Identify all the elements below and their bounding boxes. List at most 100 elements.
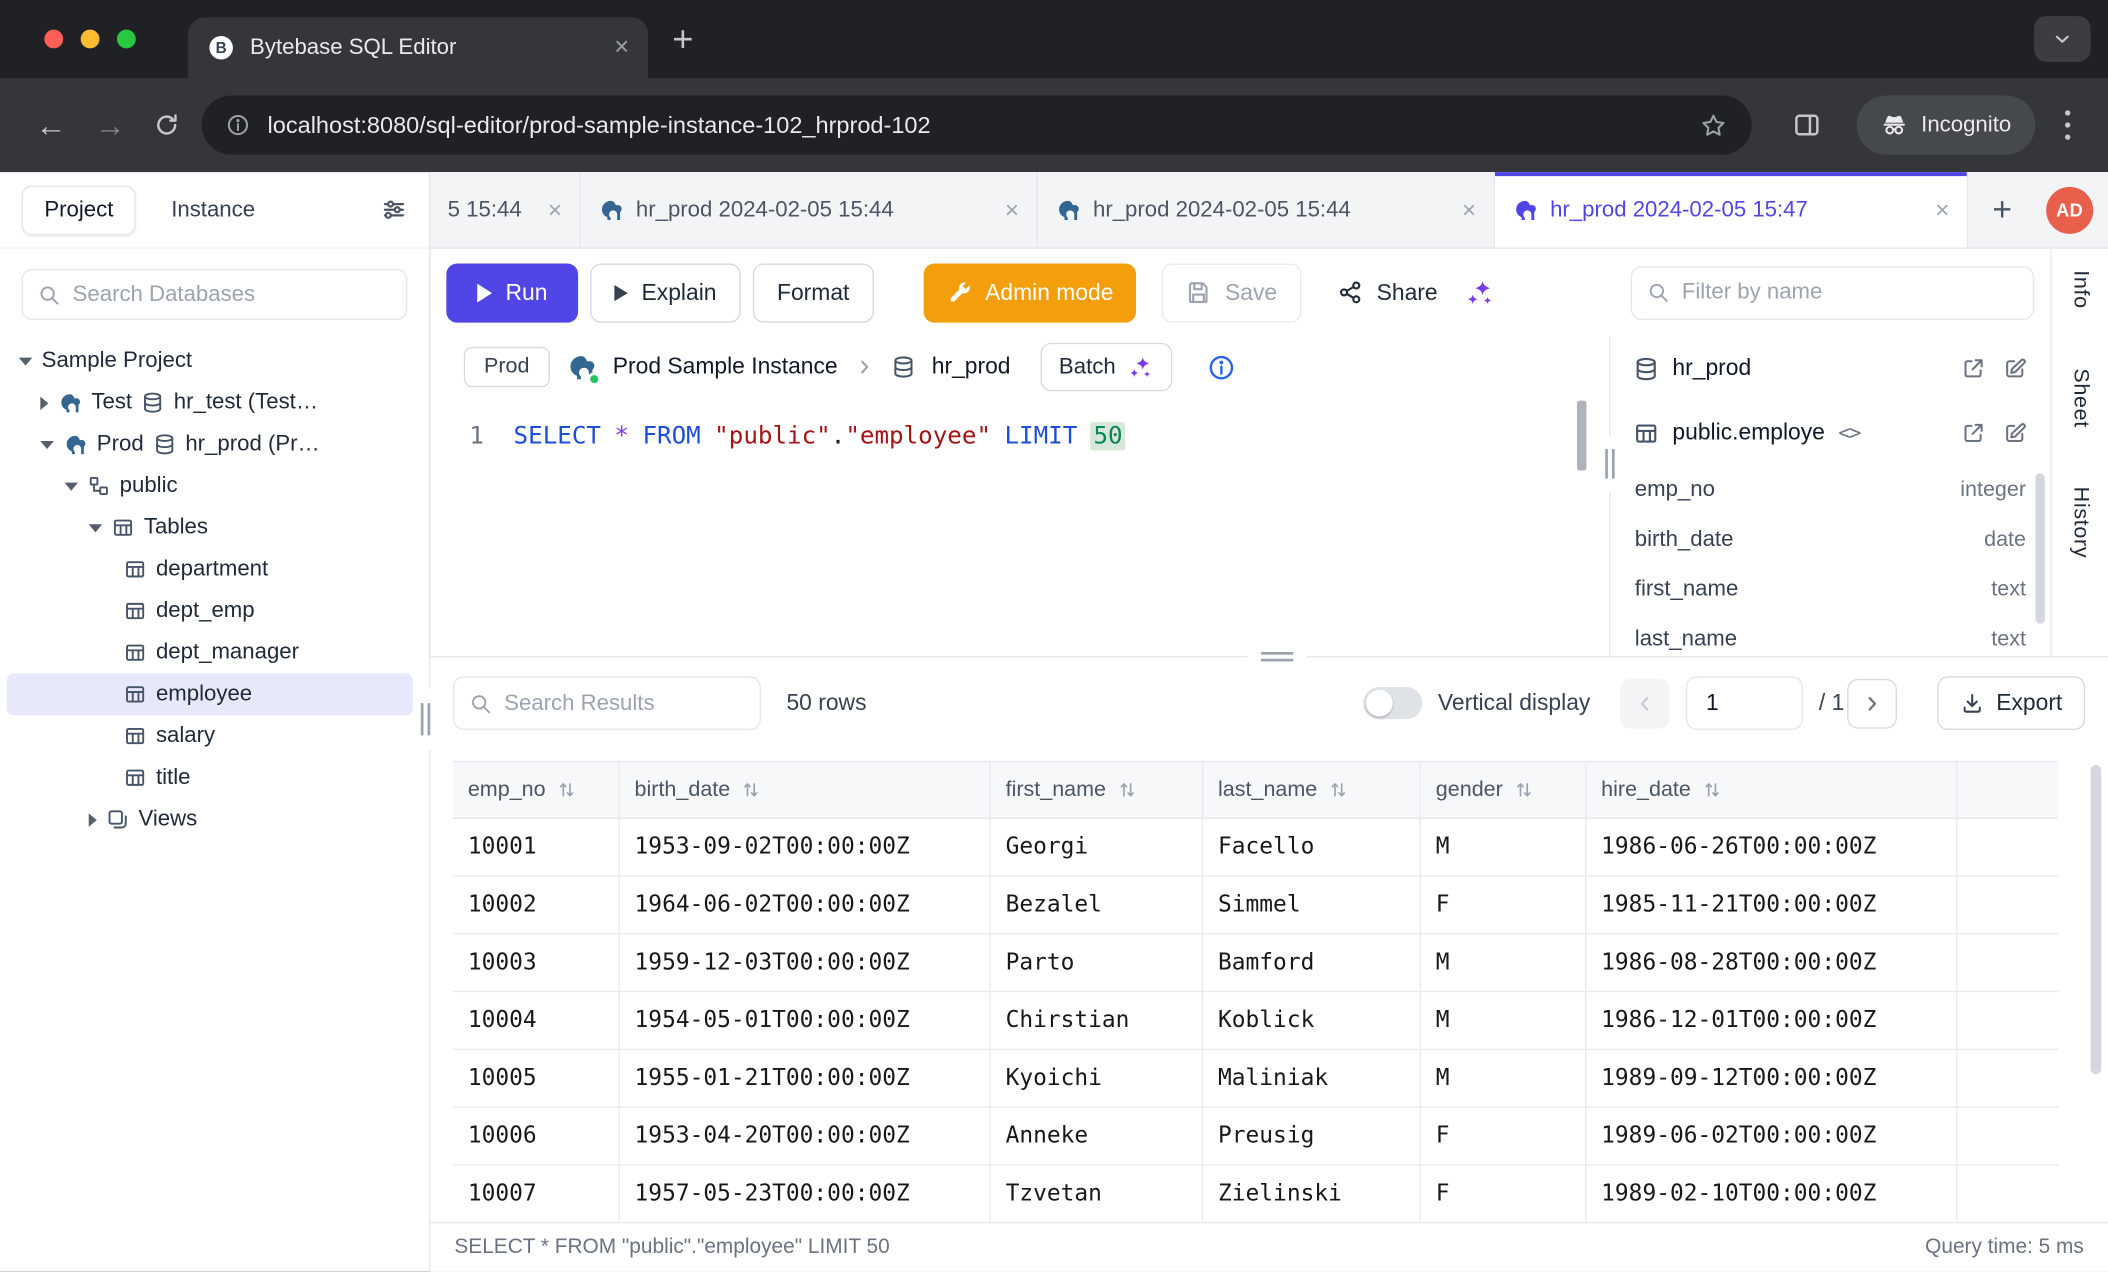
sliders-icon[interactable] <box>380 196 407 223</box>
url-text[interactable]: localhost:8080/sql-editor/prod-sample-in… <box>268 111 1682 139</box>
worksheet-tab-active[interactable]: hr_prod 2024-02-05 15:47 × <box>1495 172 1968 247</box>
side-panel-icon[interactable] <box>1792 110 1822 140</box>
page-input[interactable] <box>1686 676 1803 730</box>
cell[interactable]: Anneke <box>991 1108 1203 1164</box>
cell[interactable]: Preusig <box>1203 1108 1421 1164</box>
worksheet-tab[interactable]: 5 15:44 × <box>430 172 581 247</box>
cell[interactable]: M <box>1421 1050 1586 1106</box>
close-tab-icon[interactable]: × <box>1462 196 1476 224</box>
column-row[interactable]: birth_date date <box>1611 515 2051 565</box>
cell[interactable]: F <box>1421 877 1586 933</box>
next-page-button[interactable] <box>1847 678 1897 728</box>
database-search-input[interactable] <box>73 282 392 308</box>
sort-icon[interactable] <box>1514 780 1534 800</box>
rail-tab-sheet[interactable]: Sheet <box>2068 368 2092 428</box>
cell[interactable]: 1985-11-21T00:00:00Z <box>1586 877 1957 933</box>
cell[interactable]: 1957-05-23T00:00:00Z <box>620 1166 991 1222</box>
cell[interactable]: F <box>1421 1108 1586 1164</box>
filter-box[interactable] <box>1631 266 2034 320</box>
forward-button[interactable]: → <box>81 107 140 143</box>
results-search-input[interactable] <box>504 690 745 716</box>
cell[interactable]: Bamford <box>1203 934 1421 990</box>
sql-code-editor[interactable]: 1 SELECT * FROM "public"."employee" LIMI… <box>430 398 1609 656</box>
rail-tab-history[interactable]: History <box>2068 487 2092 559</box>
ai-sparkles-icon[interactable] <box>1466 278 1496 308</box>
cell[interactable]: 1964-06-02T00:00:00Z <box>620 877 991 933</box>
column-row[interactable]: first_name text <box>1611 565 2051 615</box>
cell[interactable]: 1989-02-10T00:00:00Z <box>1586 1166 1957 1222</box>
caret-down-icon[interactable] <box>89 524 102 532</box>
table-row[interactable]: 10005 1955-01-21T00:00:00Z Kyoichi Malin… <box>453 1050 2058 1108</box>
edit-icon[interactable] <box>2003 421 2027 445</box>
column-header[interactable]: birth_date <box>620 762 991 817</box>
tree-item-table-title[interactable]: title <box>0 757 429 799</box>
editor-scrollbar[interactable] <box>1577 401 1586 471</box>
external-link-icon[interactable] <box>1961 421 1985 445</box>
cell[interactable]: Kyoichi <box>991 1050 1203 1106</box>
results-search-box[interactable] <box>453 676 761 730</box>
caret-down-icon[interactable] <box>40 440 53 448</box>
cell[interactable]: 1953-04-20T00:00:00Z <box>620 1108 991 1164</box>
cell[interactable]: Georgi <box>991 819 1203 875</box>
tree-item-table-dept-manager[interactable]: dept_manager <box>0 632 429 674</box>
sort-icon[interactable] <box>1328 780 1348 800</box>
browser-menu-button[interactable] <box>2049 107 2087 144</box>
explain-button[interactable]: Explain <box>590 263 740 322</box>
instance-name[interactable]: Prod Sample Instance <box>613 354 838 381</box>
sort-icon[interactable] <box>1117 780 1137 800</box>
admin-mode-button[interactable]: Admin mode <box>923 263 1136 322</box>
cell[interactable]: 1954-05-01T00:00:00Z <box>620 992 991 1048</box>
tree-item-tables-group[interactable]: Tables <box>0 507 429 549</box>
prev-page-button[interactable] <box>1620 678 1670 728</box>
cell[interactable]: 10001 <box>453 819 620 875</box>
schema-database-row[interactable]: hr_prod <box>1611 336 2051 401</box>
tree-item-views-group[interactable]: Views <box>0 799 429 841</box>
tree-item-table-salary[interactable]: salary <box>0 715 429 757</box>
close-tab-icon[interactable]: × <box>1935 196 1949 224</box>
browser-tab[interactable]: Bytebase SQL Editor × <box>188 17 648 77</box>
share-button[interactable]: Share <box>1322 263 1454 322</box>
table-row[interactable]: 10006 1953-04-20T00:00:00Z Anneke Preusi… <box>453 1108 2058 1166</box>
cell[interactable]: Simmel <box>1203 877 1421 933</box>
site-info-icon[interactable] <box>226 113 250 137</box>
cell[interactable]: 10002 <box>453 877 620 933</box>
caret-right-icon[interactable] <box>89 813 97 826</box>
cell[interactable]: M <box>1421 819 1586 875</box>
cell[interactable]: 10006 <box>453 1108 620 1164</box>
cell[interactable]: 10003 <box>453 934 620 990</box>
caret-right-icon[interactable] <box>40 396 48 409</box>
close-tab-icon[interactable]: × <box>614 35 629 61</box>
cell[interactable]: Tzvetan <box>991 1166 1203 1222</box>
column-header[interactable]: first_name <box>991 762 1203 817</box>
tree-item-schema-public[interactable]: public <box>0 465 429 507</box>
sort-icon[interactable] <box>556 780 576 800</box>
tree-item-test-instance[interactable]: Test hr_test (Test… <box>0 382 429 424</box>
format-button[interactable]: Format <box>753 263 874 322</box>
cell[interactable]: M <box>1421 992 1586 1048</box>
close-tab-icon[interactable]: × <box>548 196 562 224</box>
tab-project[interactable]: Project <box>22 185 137 235</box>
schema-table-row[interactable]: public.employe <> <box>1611 401 2051 466</box>
sql-code-line[interactable]: 1 SELECT * FROM "public"."employee" LIMI… <box>430 415 1609 455</box>
table-row[interactable]: 10002 1964-06-02T00:00:00Z Bezalel Simme… <box>453 877 2058 935</box>
new-tab-button[interactable]: + <box>672 19 693 61</box>
cell[interactable]: Parto <box>991 934 1203 990</box>
results-resize-handle[interactable] <box>1248 648 1307 665</box>
cell[interactable]: Facello <box>1203 819 1421 875</box>
cell[interactable]: 1989-09-12T00:00:00Z <box>1586 1050 1957 1106</box>
tree-item-prod-instance[interactable]: Prod hr_prod (Pr… <box>0 423 429 465</box>
zoom-window-button[interactable] <box>117 30 136 49</box>
cell[interactable]: M <box>1421 934 1586 990</box>
table-row[interactable]: 10007 1957-05-23T00:00:00Z Tzvetan Zieli… <box>453 1166 2058 1224</box>
cell[interactable]: Zielinski <box>1203 1166 1421 1222</box>
cell[interactable]: 1959-12-03T00:00:00Z <box>620 934 991 990</box>
cell[interactable]: Koblick <box>1203 992 1421 1048</box>
column-header[interactable]: gender <box>1421 762 1586 817</box>
edit-icon[interactable] <box>2003 356 2027 380</box>
sort-icon[interactable] <box>1702 780 1722 800</box>
column-row[interactable]: last_name text <box>1611 614 2051 656</box>
worksheet-tab[interactable]: hr_prod 2024-02-05 15:44 × <box>1038 172 1495 247</box>
cell[interactable]: 10004 <box>453 992 620 1048</box>
column-header[interactable]: hire_date <box>1586 762 1957 817</box>
close-window-button[interactable] <box>44 30 63 49</box>
